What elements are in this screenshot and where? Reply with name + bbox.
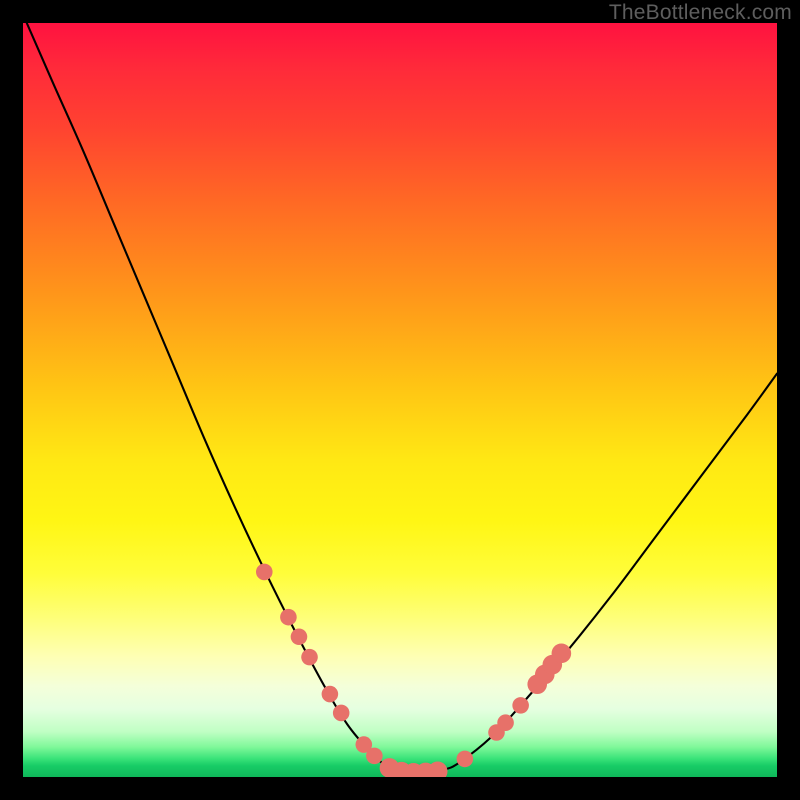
curve-marker xyxy=(280,609,297,626)
curve-marker xyxy=(291,628,308,645)
curve-marker xyxy=(552,644,572,664)
bottleneck-curve-path xyxy=(27,23,777,773)
curve-marker xyxy=(366,748,383,765)
curve-marker xyxy=(256,564,273,581)
curve-markers xyxy=(256,564,571,777)
curve-marker xyxy=(301,649,318,666)
curve-marker xyxy=(512,697,529,714)
watermark-text: TheBottleneck.com xyxy=(609,1,792,25)
bottleneck-curve-svg xyxy=(23,23,777,777)
curve-marker xyxy=(457,751,474,768)
curve-marker xyxy=(322,686,339,703)
curve-marker xyxy=(333,705,350,722)
curve-marker xyxy=(428,762,448,777)
chart-gradient-background xyxy=(23,23,777,777)
chart-frame: TheBottleneck.com xyxy=(0,0,800,800)
curve-marker xyxy=(497,714,514,731)
